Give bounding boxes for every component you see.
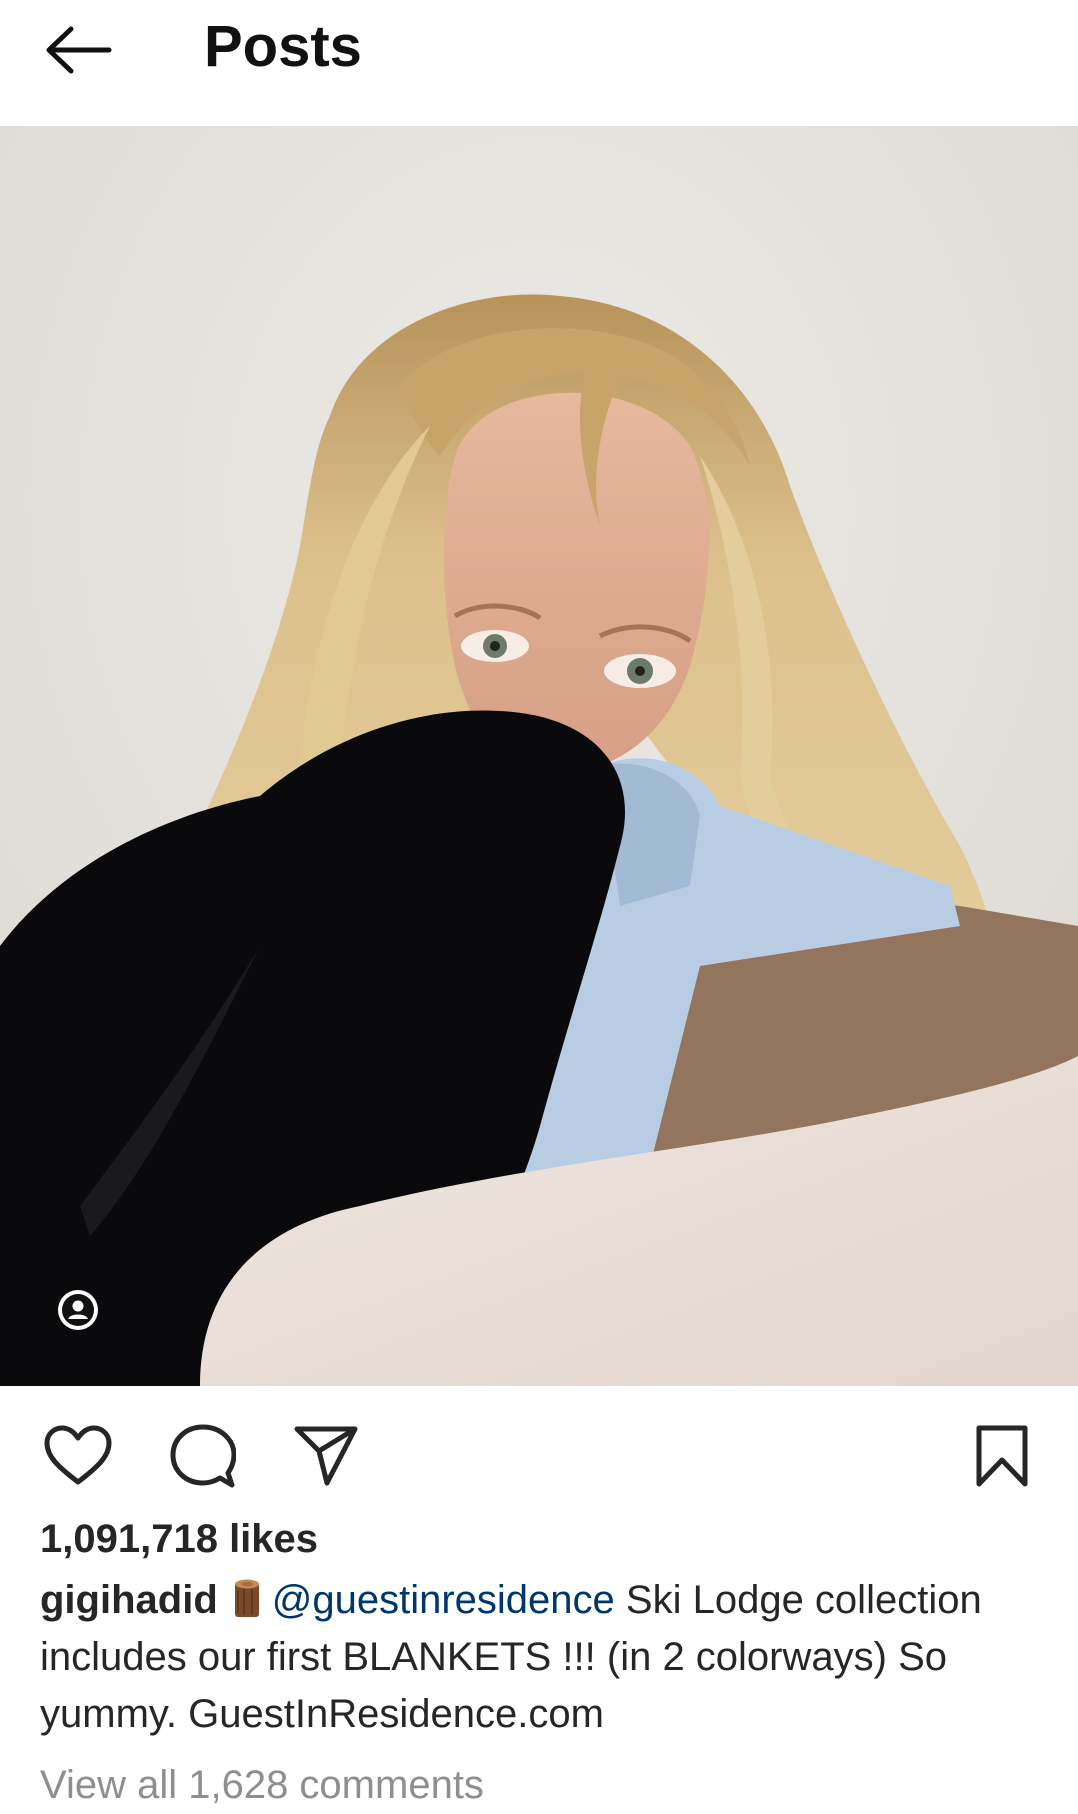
caption-username[interactable]: gigihadid xyxy=(40,1578,218,1622)
user-tag-icon xyxy=(60,1292,96,1328)
paper-plane-icon xyxy=(294,1426,358,1486)
post-action-bar xyxy=(0,1386,1078,1514)
share-button[interactable] xyxy=(288,1418,364,1494)
heart-outline-icon xyxy=(44,1425,112,1485)
view-all-comments-link[interactable]: View all 1,628 comments xyxy=(40,1760,484,1810)
post-caption: gigihadid @guestinresidence Ski Lodge col… xyxy=(40,1572,1050,1743)
save-button[interactable] xyxy=(964,1418,1040,1494)
post-photo xyxy=(0,126,1078,1386)
likes-count[interactable]: 1,091,718 likes xyxy=(40,1515,318,1563)
caption-mention[interactable]: @guestinresidence xyxy=(272,1578,615,1622)
wood-log-emoji xyxy=(224,1577,268,1621)
post-image[interactable] xyxy=(0,126,1078,1386)
tagged-users-button[interactable] xyxy=(58,1290,98,1330)
arrow-left-icon xyxy=(46,26,112,74)
speech-bubble-icon xyxy=(170,1424,236,1488)
like-button[interactable] xyxy=(40,1418,116,1494)
bookmark-outline-icon xyxy=(976,1425,1028,1487)
page-title: Posts xyxy=(204,14,362,79)
top-bar: Posts xyxy=(0,0,1078,126)
back-button[interactable] xyxy=(30,14,126,86)
comment-button[interactable] xyxy=(165,1418,241,1494)
